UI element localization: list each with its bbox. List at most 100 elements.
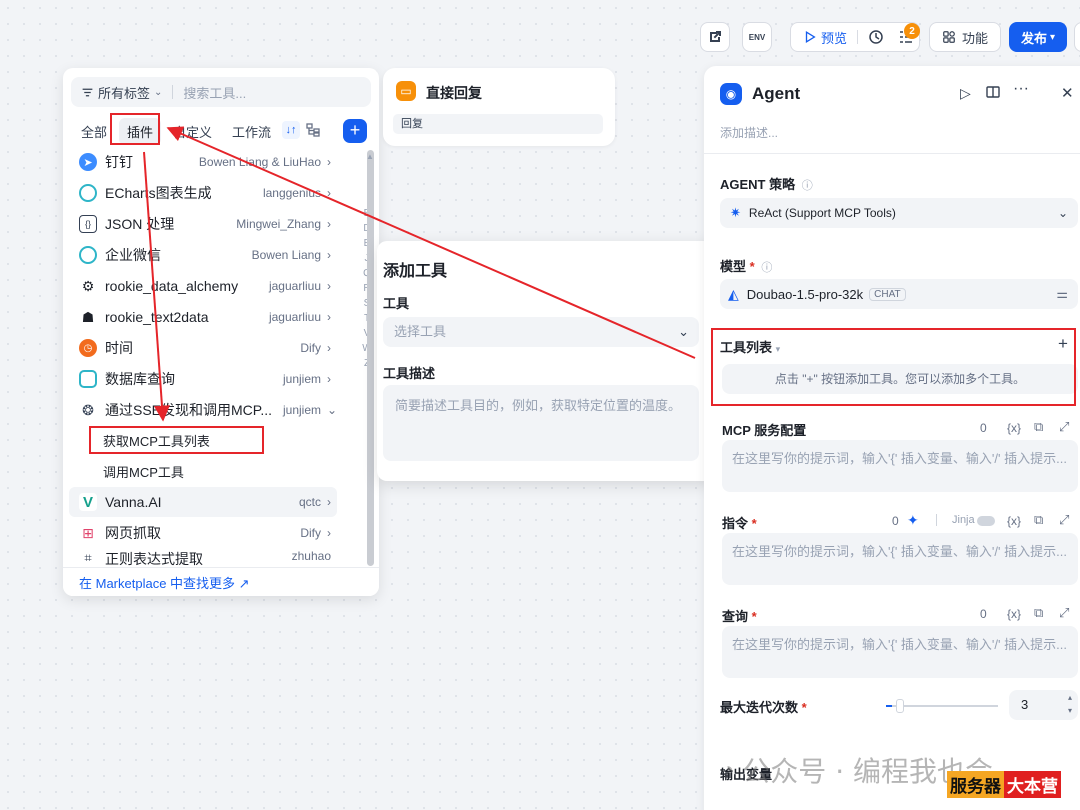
- run-icon[interactable]: ▷: [960, 85, 971, 102]
- copy-icon[interactable]: ⧉: [1034, 512, 1043, 528]
- max-iterations-input[interactable]: 3 ▴ ▾: [1009, 690, 1078, 720]
- query-editor[interactable]: 在这里写你的提示词，输入'{' 插入变量、输入'/' 插入提示...: [722, 626, 1078, 678]
- agent-config-panel: ◉ Agent ▷ ··· ✕ 添加描述... AGENT 策略 ⓘ ✷ ReA…: [704, 66, 1080, 810]
- mcp-icon: ❂: [79, 401, 97, 419]
- help-icon[interactable]: ⓘ: [802, 180, 813, 192]
- split-view-button[interactable]: [985, 84, 1001, 100]
- env-switch-button[interactable]: [700, 22, 730, 52]
- publish-button[interactable]: 发布 ▾: [1009, 22, 1067, 52]
- tab-workflow[interactable]: 工作流: [224, 118, 279, 145]
- tab-custom[interactable]: 自定义: [165, 118, 220, 145]
- tool-description-textarea[interactable]: 简要描述工具目的，例如，获取特定位置的温度。: [383, 385, 699, 461]
- tab-all[interactable]: 全部: [73, 118, 115, 145]
- copy-icon[interactable]: ⧉: [1034, 419, 1043, 435]
- chevron-right-icon: ›: [327, 279, 331, 293]
- list-item[interactable]: V Vanna.AI qctc ›: [69, 487, 337, 517]
- instruction-editor[interactable]: 在这里写你的提示词，输入'{' 插入变量、输入'/' 插入提示...: [722, 533, 1078, 585]
- model-label: 模型 * ⓘ: [720, 259, 773, 274]
- list-item[interactable]: ➤ 钉钉 Bowen Liang & LiuHao ›: [69, 147, 337, 177]
- settings-sliders-icon[interactable]: ⚌: [1056, 286, 1068, 302]
- history-icon[interactable]: [868, 29, 884, 45]
- wechat-logo-icon: ◔: [721, 757, 735, 782]
- annotation-box-get-mcp-tools: [89, 426, 264, 454]
- echarts-icon: [79, 184, 97, 202]
- list-item[interactable]: ◷ 时间 Dify ›: [69, 333, 337, 363]
- list-item[interactable]: ☗ rookie_text2data jaguarliuu ›: [69, 302, 337, 332]
- tree-view-button[interactable]: [305, 122, 321, 138]
- sort-icon: ↓↑: [285, 124, 297, 136]
- annotation-box-plugins-tab: [110, 113, 160, 145]
- sort-button[interactable]: ↓↑: [282, 121, 300, 139]
- chevron-right-icon: ›: [327, 217, 331, 231]
- vanna-icon: V: [79, 493, 97, 511]
- annotation-box-tool-list: [711, 328, 1076, 406]
- list-item[interactable]: ❂ 通过SSE发现和调用MCP... junjiem ⌄: [69, 395, 337, 425]
- divider: [936, 514, 937, 526]
- wecom-icon: [79, 246, 97, 264]
- jinja-label: Jinja: [952, 514, 975, 526]
- list-item[interactable]: ⊞ 网页抓取 Dify ›: [69, 518, 337, 548]
- checklist-button[interactable]: 2: [898, 23, 921, 45]
- agent-icon: ◉: [720, 83, 742, 105]
- agent-description-input[interactable]: 添加描述...: [720, 124, 778, 141]
- list-item[interactable]: ECharts图表生成 langgenius ›: [69, 178, 337, 208]
- list-item[interactable]: {} JSON 处理 Mingwei_Zhang ›: [69, 209, 337, 239]
- node-title: 直接回复: [426, 85, 482, 101]
- jinja-toggle[interactable]: [977, 516, 995, 526]
- list-item[interactable]: 企业微信 Bowen Liang ›: [69, 240, 337, 270]
- divider: [704, 153, 1080, 154]
- ai-generate-icon[interactable]: ✦: [907, 512, 919, 529]
- env-variables-button[interactable]: ENV: [742, 22, 772, 52]
- tool-search-input[interactable]: 搜索工具...: [183, 83, 246, 102]
- direct-reply-node[interactable]: ▭ 直接回复 回复: [383, 68, 615, 146]
- query-label: 查询 *: [722, 609, 757, 624]
- reply-icon: ▭: [396, 81, 416, 101]
- max-iterations-slider[interactable]: [886, 699, 998, 713]
- desc-field-label: 工具描述: [383, 366, 436, 381]
- char-count: 0: [892, 514, 899, 528]
- chevron-down-icon: ⌄: [1057, 206, 1068, 220]
- doubao-logo-icon: ◭: [728, 285, 739, 302]
- close-icon[interactable]: ✕: [1061, 84, 1074, 102]
- sub-item-call-mcp-tool[interactable]: 调用MCP工具: [91, 457, 184, 485]
- insert-variable-icon[interactable]: {x}: [1007, 514, 1021, 528]
- tag-filter-dropdown[interactable]: 所有标签 ⌄: [81, 83, 162, 102]
- external-edit-icon: [710, 31, 721, 42]
- tool-select[interactable]: 选择工具 ⌄: [383, 317, 699, 347]
- copy-icon[interactable]: ⧉: [1034, 605, 1043, 621]
- toolbar-group: 预览 2: [790, 22, 921, 52]
- stepper-icon[interactable]: ▴ ▾: [1068, 691, 1072, 717]
- model-mode-badge: CHAT: [869, 287, 906, 301]
- preview-button[interactable]: 预览: [803, 28, 847, 47]
- features-button[interactable]: 功能: [929, 22, 1001, 52]
- tool-field-label: 工具: [383, 296, 410, 311]
- marketplace-link[interactable]: 在 Marketplace 中查找更多 ↗: [63, 567, 379, 596]
- slider-thumb[interactable]: [895, 699, 904, 713]
- more-icon[interactable]: ···: [1013, 80, 1029, 98]
- list-item[interactable]: 数据库查询 junjiem ›: [69, 364, 337, 394]
- watermark-badge: 服务器 大本营: [947, 771, 1061, 798]
- insert-variable-icon[interactable]: {x}: [1007, 607, 1021, 621]
- strategy-select[interactable]: ✷ ReAct (Support MCP Tools) ⌄: [720, 198, 1078, 228]
- expand-icon[interactable]: ⤢: [1059, 512, 1069, 528]
- char-count: 0: [980, 607, 987, 621]
- web-scraper-icon: ⊞: [79, 524, 97, 542]
- expand-icon[interactable]: ⤢: [1059, 419, 1069, 435]
- add-custom-tool-button[interactable]: +: [343, 119, 367, 143]
- list-item[interactable]: ⌗ 正则表达式提取 zhuhao: [69, 549, 337, 567]
- more-button[interactable]: [1074, 22, 1080, 52]
- chevron-right-icon: ›: [327, 526, 331, 540]
- model-select[interactable]: ◭ Doubao-1.5-pro-32k CHAT ⚌: [720, 279, 1078, 309]
- expand-icon[interactable]: ⤢: [1059, 605, 1069, 621]
- mcp-config-editor[interactable]: 在这里写你的提示词，输入'{' 插入变量、输入'/' 插入提示...: [722, 440, 1078, 492]
- char-count: 0: [980, 421, 987, 435]
- features-icon: [943, 31, 955, 43]
- chevron-down-icon: ▾: [1049, 31, 1056, 43]
- json-icon: {}: [79, 215, 97, 233]
- chevron-down-icon: ⌄: [327, 403, 338, 417]
- insert-variable-icon[interactable]: {x}: [1007, 421, 1021, 435]
- scroll-up-icon[interactable]: ▲: [366, 152, 374, 161]
- scrollbar[interactable]: [367, 150, 374, 566]
- help-icon[interactable]: ⓘ: [761, 262, 772, 274]
- list-item[interactable]: ⚙ rookie_data_alchemy jaguarliuu ›: [69, 271, 337, 301]
